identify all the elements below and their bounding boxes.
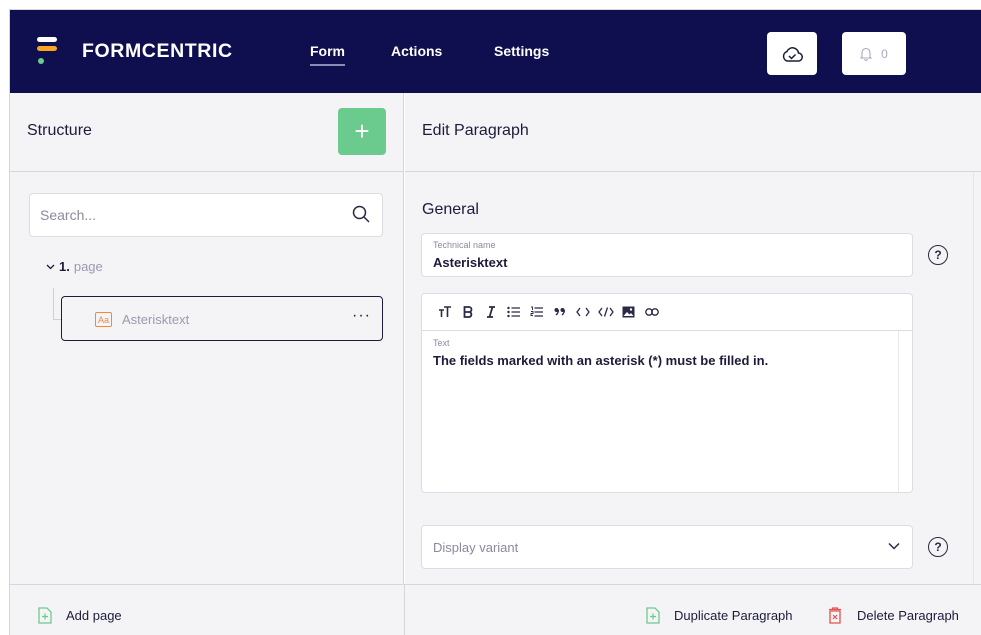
bell-icon xyxy=(860,47,873,61)
editor-header: Edit Paragraph xyxy=(405,93,981,172)
editor-scrollbar[interactable] xyxy=(898,331,912,492)
duplicate-paragraph-button[interactable]: Duplicate Paragraph xyxy=(646,607,793,624)
technical-name-label: Technical name xyxy=(433,240,496,250)
rich-text-editor: Text The fields marked with an asterisk … xyxy=(421,293,913,493)
tree-item-label: Asterisktext xyxy=(122,312,190,327)
editor-panel: General Technical name Asterisktext ? Te… xyxy=(405,172,973,584)
chevron-down-icon xyxy=(888,542,900,550)
tree-connector-horizontal xyxy=(53,319,61,320)
delete-paragraph-button[interactable]: Delete Paragraph xyxy=(828,607,959,624)
tree-item-asterisktext[interactable]: Aa Asterisktext ··· xyxy=(61,296,383,341)
italic-icon[interactable] xyxy=(479,302,502,322)
text-type-icon: Aa xyxy=(95,312,112,327)
display-variant-placeholder: Display variant xyxy=(433,540,519,555)
search-input[interactable] xyxy=(40,207,330,223)
brand-name: FORMCENTRIC xyxy=(82,40,233,62)
tree-page-node[interactable]: 1. page xyxy=(46,259,103,274)
structure-panel: 1. page Aa Asterisktext ··· xyxy=(10,172,404,584)
paragraph-text[interactable]: The fields marked with an asterisk (*) m… xyxy=(433,353,768,368)
quote-icon[interactable] xyxy=(548,302,571,322)
editor-toolbar xyxy=(422,294,912,331)
top-bar: FORMCENTRIC Form Actions Settings 0 xyxy=(10,10,981,93)
technical-name-field[interactable]: Technical name Asterisktext xyxy=(421,233,913,277)
editor-content[interactable]: Text The fields marked with an asterisk … xyxy=(422,331,898,492)
nav-tab-settings[interactable]: Settings xyxy=(494,43,549,59)
structure-header: Structure + xyxy=(10,93,404,172)
duplicate-paragraph-label: Duplicate Paragraph xyxy=(674,608,793,623)
bullet-list-icon[interactable] xyxy=(502,302,525,322)
inline-code-icon[interactable] xyxy=(571,302,594,322)
app-frame: FORMCENTRIC Form Actions Settings 0 Stru… xyxy=(9,9,981,635)
more-options-icon[interactable]: ··· xyxy=(352,307,371,325)
link-icon[interactable] xyxy=(640,302,663,322)
text-size-icon[interactable] xyxy=(433,302,456,322)
trash-icon xyxy=(829,607,841,624)
bold-icon[interactable] xyxy=(456,302,479,322)
chevron-down-icon xyxy=(46,264,55,269)
page-number: 1. xyxy=(59,259,70,274)
add-page-label: Add page xyxy=(66,608,122,623)
help-icon[interactable]: ? xyxy=(928,245,948,265)
formcentric-logo-icon xyxy=(37,37,57,64)
section-title-general: General xyxy=(422,201,479,218)
footer-divider xyxy=(404,585,405,635)
delete-paragraph-label: Delete Paragraph xyxy=(857,608,959,623)
search-box xyxy=(29,193,383,237)
nav-tab-form[interactable]: Form xyxy=(310,43,345,66)
page-name: page xyxy=(73,259,103,274)
add-page-button[interactable]: Add page xyxy=(38,607,122,624)
cloud-check-icon xyxy=(782,46,803,62)
technical-name-value[interactable]: Asterisktext xyxy=(433,255,507,270)
structure-title: Structure xyxy=(27,122,92,139)
help-icon[interactable]: ? xyxy=(928,537,948,557)
numbered-list-icon[interactable] xyxy=(525,302,548,322)
file-plus-icon xyxy=(38,607,52,624)
code-block-icon[interactable] xyxy=(594,302,617,322)
nav-tab-actions[interactable]: Actions xyxy=(391,43,442,59)
editor-title: Edit Paragraph xyxy=(422,122,529,139)
notification-count: 0 xyxy=(881,46,888,61)
image-icon[interactable] xyxy=(617,302,640,322)
cloud-sync-button[interactable] xyxy=(767,32,817,75)
tree-connector-vertical xyxy=(53,288,54,320)
add-element-button[interactable]: + xyxy=(338,108,386,155)
panel-scrollbar[interactable] xyxy=(973,172,981,584)
notifications-button[interactable]: 0 xyxy=(842,32,906,75)
search-icon xyxy=(352,205,370,223)
footer-bar: Add page Duplicate Paragraph Delete Para… xyxy=(10,584,981,635)
display-variant-select[interactable]: Display variant xyxy=(421,525,913,569)
text-field-label: Text xyxy=(433,338,450,348)
file-plus-icon xyxy=(646,607,660,624)
plus-icon: + xyxy=(354,116,370,146)
